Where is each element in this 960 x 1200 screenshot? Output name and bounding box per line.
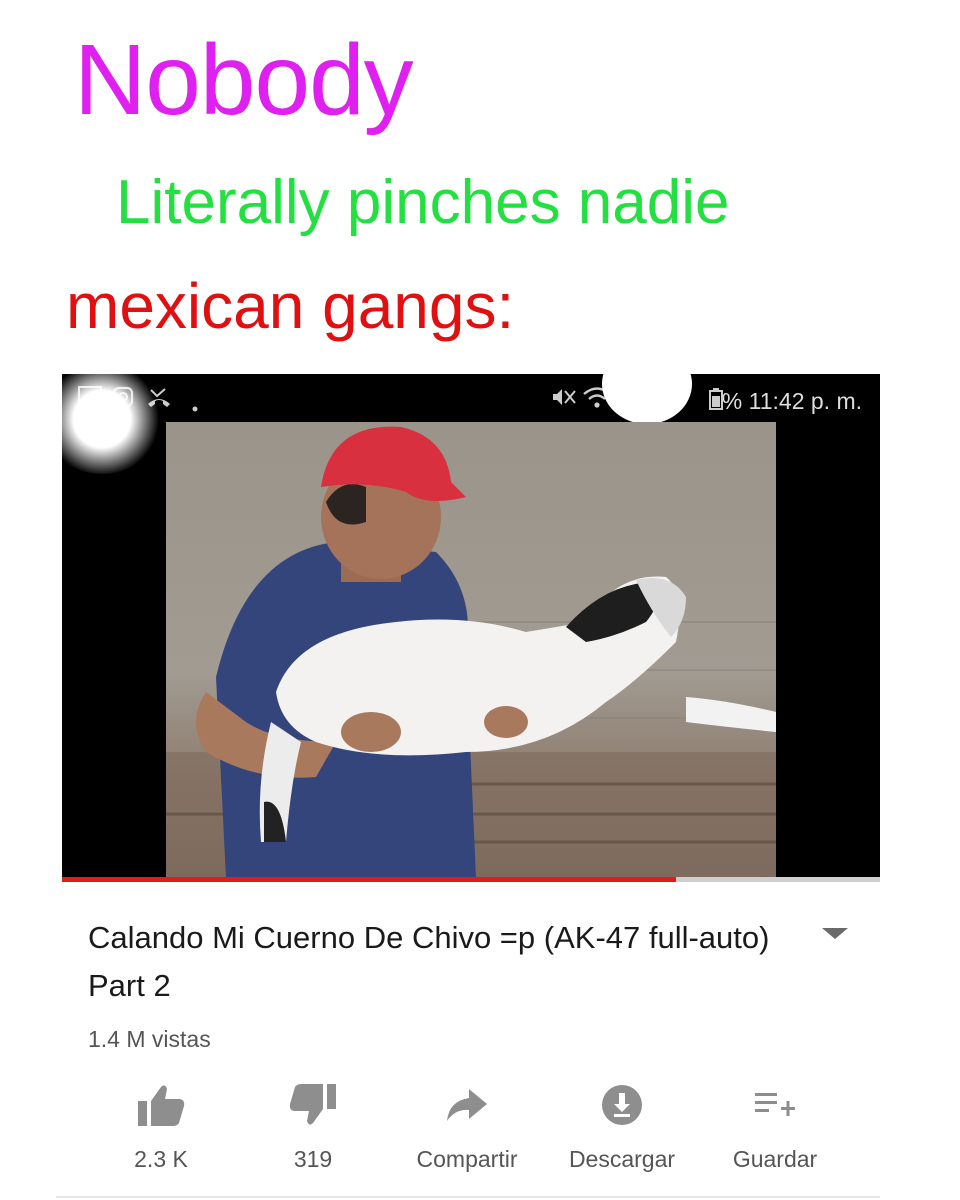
video-title: Calando Mi Cuerno De Chivo =p (AK-47 ful… — [88, 920, 770, 1003]
download-label: Descargar — [568, 1146, 676, 1172]
download-button[interactable]: Descargar — [547, 1080, 697, 1173]
divider — [56, 1196, 880, 1198]
progress-fill — [62, 877, 676, 882]
share-icon — [392, 1080, 542, 1130]
dislike-button[interactable]: 319 — [238, 1080, 388, 1173]
status-time: % 11:42 p. m. — [721, 388, 862, 414]
share-label: Compartir — [416, 1146, 518, 1172]
thumbs-down-icon — [238, 1080, 388, 1130]
phone-screenshot: % 11:42 p. m. — [62, 374, 880, 878]
mute-vibrate-icon — [550, 386, 578, 414]
thumbs-up-icon — [86, 1080, 236, 1130]
save-label: Guardar — [732, 1146, 818, 1172]
playlist-add-icon — [700, 1080, 850, 1130]
dislike-count: 319 — [293, 1146, 333, 1172]
caption-literally: Literally pinches nadie — [116, 168, 730, 237]
caption-nobody: Nobody — [74, 24, 414, 136]
download-icon — [547, 1080, 697, 1130]
white-smudge — [62, 374, 162, 474]
save-button[interactable]: Guardar — [700, 1080, 850, 1173]
video-still — [166, 426, 776, 878]
view-count: 1.4 M vistas — [88, 1026, 211, 1052]
video-frame[interactable] — [166, 422, 776, 878]
like-count: 2.3 K — [134, 1146, 188, 1172]
white-smudge-right — [602, 374, 692, 424]
caption-mexican-gangs: mexican gangs: — [66, 270, 515, 342]
like-button[interactable]: 2.3 K — [86, 1080, 236, 1173]
share-button[interactable]: Compartir — [392, 1080, 542, 1173]
status-bar: % 11:42 p. m. — [62, 374, 880, 474]
dot-icon — [192, 392, 198, 418]
expand-description-icon[interactable] — [822, 928, 848, 939]
progress-bar[interactable] — [62, 877, 880, 882]
